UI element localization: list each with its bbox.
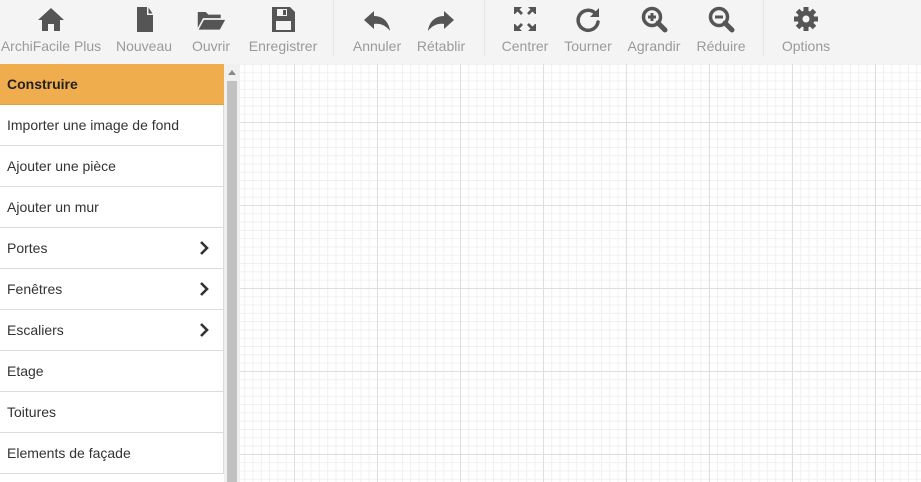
sidebar-item-roofs[interactable]: Toitures bbox=[0, 392, 224, 433]
sidebar-item-stairs[interactable]: Escaliers bbox=[0, 310, 224, 351]
toolbar-label: Tourner bbox=[564, 38, 612, 54]
sidebar-scrollbar[interactable] bbox=[224, 64, 240, 482]
options-button[interactable]: Options bbox=[778, 0, 834, 64]
sidebar-item-add-room[interactable]: Ajouter une pièce bbox=[0, 146, 224, 187]
sidebar-item-import-background[interactable]: Importer une image de fond bbox=[0, 105, 224, 146]
toolbar-label: Enregistrer bbox=[248, 38, 318, 54]
sidebar-item-windows[interactable]: Fenêtres bbox=[0, 269, 224, 310]
chevron-right-icon bbox=[200, 241, 209, 255]
sidebar-item-label: Fenêtres bbox=[7, 281, 63, 297]
sidebar-item-label: Etage bbox=[7, 363, 44, 379]
new-file-icon bbox=[137, 7, 153, 32]
toolbar-label: ArchiFacile Plus bbox=[0, 38, 102, 54]
toolbar-separator bbox=[763, 0, 764, 56]
zoom-in-icon bbox=[641, 6, 668, 33]
sidebar-item-label: Importer une image de fond bbox=[7, 117, 179, 133]
drawing-canvas[interactable] bbox=[240, 64, 921, 482]
sidebar-item-label: Ajouter un mur bbox=[7, 199, 99, 215]
sidebar-item-label: Escaliers bbox=[7, 322, 64, 338]
sidebar-item-facade-elements[interactable]: Elements de façade bbox=[0, 433, 224, 474]
zoom-out-button[interactable]: Réduire bbox=[694, 0, 748, 64]
archifacile-plus-button[interactable]: ArchiFacile Plus bbox=[0, 0, 102, 64]
toolbar-label: Options bbox=[781, 38, 831, 54]
toolbar: ArchiFacile Plus Nouveau Ouvrir Enregist… bbox=[0, 0, 921, 65]
toolbar-separator bbox=[484, 0, 485, 56]
save-button[interactable]: Enregistrer bbox=[246, 0, 320, 64]
open-button[interactable]: Ouvrir bbox=[188, 0, 234, 64]
sidebar-header[interactable]: Construire bbox=[0, 64, 224, 105]
chevron-right-icon bbox=[200, 323, 209, 337]
rotate-icon bbox=[576, 8, 600, 32]
sidebar-item-label: Portes bbox=[7, 240, 48, 256]
scroll-up-arrow-icon[interactable] bbox=[224, 64, 240, 80]
toolbar-label: Centrer bbox=[501, 38, 549, 54]
scrollbar-thumb[interactable] bbox=[227, 81, 237, 482]
center-button[interactable]: Centrer bbox=[498, 0, 552, 64]
undo-button[interactable]: Annuler bbox=[350, 0, 404, 64]
sidebar-item-floor[interactable]: Etage bbox=[0, 351, 224, 392]
redo-icon bbox=[428, 11, 454, 31]
expand-icon bbox=[514, 7, 536, 31]
home-icon bbox=[38, 8, 64, 31]
zoom-out-icon bbox=[708, 6, 735, 33]
toolbar-separator bbox=[333, 0, 334, 56]
sidebar-item-label: Toitures bbox=[7, 404, 57, 420]
toolbar-label: Ouvrir bbox=[191, 38, 231, 54]
rotate-button[interactable]: Tourner bbox=[562, 0, 614, 64]
toolbar-label: Annuler bbox=[352, 38, 402, 54]
new-button[interactable]: Nouveau bbox=[113, 0, 175, 64]
zoom-in-button[interactable]: Agrandir bbox=[624, 0, 684, 64]
sidebar-item-label: Elements de façade bbox=[7, 445, 131, 461]
toolbar-label: Réduire bbox=[696, 38, 746, 54]
undo-icon bbox=[364, 11, 390, 31]
sidebar-item-label: Ajouter une pièce bbox=[7, 158, 116, 174]
sidebar: Construire Importer une image de fond Aj… bbox=[0, 64, 224, 482]
gear-icon bbox=[794, 7, 818, 31]
sidebar-item-doors[interactable]: Portes bbox=[0, 228, 224, 269]
chevron-right-icon bbox=[200, 282, 209, 296]
toolbar-label: Nouveau bbox=[115, 38, 173, 54]
redo-button[interactable]: Rétablir bbox=[414, 0, 468, 64]
open-folder-icon bbox=[197, 11, 226, 30]
save-icon bbox=[272, 7, 295, 32]
toolbar-label: Rétablir bbox=[416, 38, 466, 54]
toolbar-label: Agrandir bbox=[627, 38, 681, 54]
sidebar-item-add-wall[interactable]: Ajouter un mur bbox=[0, 187, 224, 228]
